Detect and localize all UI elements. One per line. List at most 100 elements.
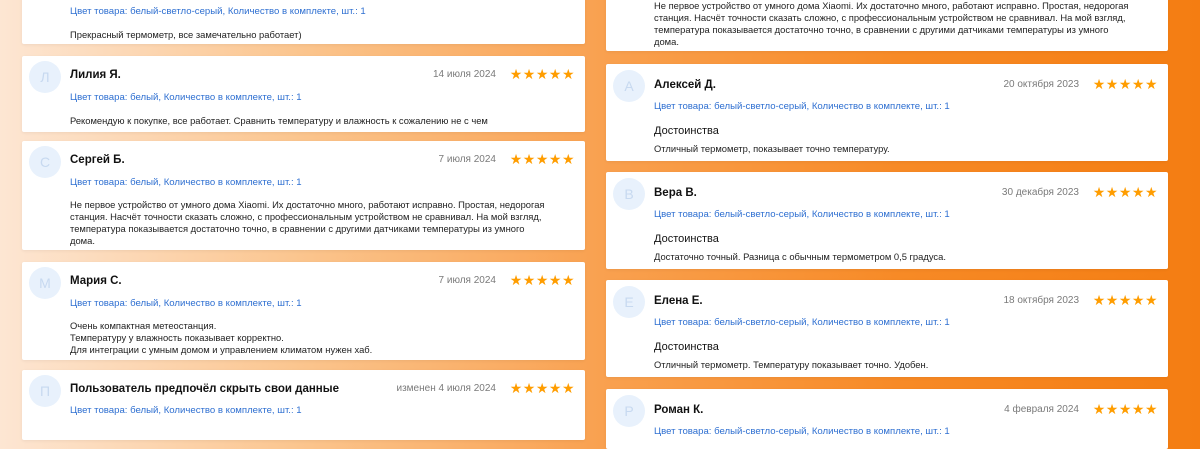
avatar[interactable]: П	[29, 375, 61, 407]
product-variant-link[interactable]: Цвет товара: белый, Количество в комплек…	[70, 298, 302, 309]
star-icon: ★	[535, 272, 549, 288]
star-icon: ★	[561, 272, 575, 288]
star-icon: ★	[1118, 76, 1132, 92]
review-card: Р Роман К. 4 февраля 2024 ★★★★★ Цвет тов…	[606, 389, 1168, 449]
star-icon: ★	[522, 380, 536, 396]
star-icon: ★	[522, 66, 536, 82]
star-icon: ★	[522, 272, 536, 288]
review-text-line: станция. Насчёт точности сказать сложно,…	[654, 12, 1126, 23]
star-icon: ★	[561, 380, 575, 396]
reviewer-name[interactable]: Роман К.	[654, 404, 703, 416]
reviewer-name[interactable]: Лилия Я.	[70, 69, 121, 81]
reviewer-name[interactable]: Вера В.	[654, 187, 697, 199]
product-variant-link[interactable]: Цвет товара: белый-светло-серый, Количес…	[654, 317, 950, 328]
review-date: 7 июля 2024	[438, 275, 496, 286]
review-text-line: Температуру у влажность показывает корре…	[70, 332, 284, 343]
star-icon: ★	[522, 151, 536, 167]
reviewer-name[interactable]: Мария С.	[70, 275, 122, 287]
avatar[interactable]: М	[29, 267, 61, 299]
rating-stars: ★★★★★	[1093, 76, 1158, 93]
star-icon: ★	[509, 272, 523, 288]
star-icon: ★	[1092, 76, 1106, 92]
reviewer-name[interactable]: Сергей Б.	[70, 154, 125, 166]
star-icon: ★	[1144, 292, 1158, 308]
avatar[interactable]: Е	[613, 286, 645, 318]
review-text-line: Очень компактная метеостанция.	[70, 320, 217, 331]
product-variant-link[interactable]: Цвет товара: белый, Количество в комплек…	[70, 92, 302, 103]
review-card: Л Лилия Я. 14 июля 2024 ★★★★★ Цвет товар…	[22, 56, 585, 132]
review-date: изменен 4 июля 2024	[396, 383, 496, 394]
star-icon: ★	[1092, 401, 1106, 417]
star-icon: ★	[1131, 76, 1145, 92]
star-icon: ★	[1105, 401, 1119, 417]
star-icon: ★	[535, 66, 549, 82]
review-card: М Мария С. 7 июля 2024 ★★★★★ Цвет товара…	[22, 262, 585, 360]
avatar[interactable]: А	[613, 70, 645, 102]
star-icon: ★	[1092, 184, 1106, 200]
star-icon: ★	[509, 151, 523, 167]
product-variant-link[interactable]: Цвет товара: белый-светло-серый, Количес…	[70, 6, 366, 17]
avatar[interactable]: С	[29, 146, 61, 178]
review-text: Рекомендую к покупке, все работает. Срав…	[70, 115, 488, 126]
review-text: Достаточно точный. Разница с обычным тер…	[654, 251, 946, 262]
star-icon: ★	[548, 380, 562, 396]
review-date: 7 июля 2024	[438, 154, 496, 165]
review-card: В Вера В. 30 декабря 2023 ★★★★★ Цвет тов…	[606, 172, 1168, 269]
avatar[interactable]: Л	[29, 61, 61, 93]
star-icon: ★	[535, 380, 549, 396]
star-icon: ★	[1118, 184, 1132, 200]
review-card: С Сергей Б. 7 июля 2024 ★★★★★ Цвет товар…	[22, 141, 585, 250]
star-icon: ★	[561, 66, 575, 82]
product-variant-link[interactable]: Цвет товара: белый-светло-серый, Количес…	[654, 101, 950, 112]
review-text-line: Для интеграции с умным домом и управлени…	[70, 344, 373, 355]
review-text-line: температура показывается достаточно точн…	[654, 24, 1109, 35]
star-icon: ★	[1131, 184, 1145, 200]
review-text-line: Не первое устройство от умного дома Xiao…	[70, 199, 545, 210]
star-icon: ★	[1105, 76, 1119, 92]
star-icon: ★	[1131, 292, 1145, 308]
rating-stars: ★★★★★	[510, 151, 575, 168]
review-text: Отличный термометр. Температуру показыва…	[654, 359, 929, 370]
review-text-line: дома.	[70, 235, 95, 246]
star-icon: ★	[1144, 184, 1158, 200]
avatar[interactable]: В	[613, 178, 645, 210]
review-card: А Алексей Д. 20 октября 2023 ★★★★★ Цвет …	[606, 64, 1168, 161]
star-icon: ★	[548, 151, 562, 167]
star-icon: ★	[548, 66, 562, 82]
reviewer-name[interactable]: Алексей Д.	[654, 79, 716, 91]
star-icon: ★	[1092, 292, 1106, 308]
product-variant-link[interactable]: Цвет товара: белый, Количество в комплек…	[70, 405, 302, 416]
reviewer-name[interactable]: Пользователь предпочёл скрыть свои данны…	[70, 383, 339, 395]
rating-stars: ★★★★★	[510, 66, 575, 83]
star-icon: ★	[509, 380, 523, 396]
product-variant-link[interactable]: Цвет товара: белый-светло-серый, Количес…	[654, 426, 950, 437]
review-text: Отличный термометр, показывает точно тем…	[654, 143, 890, 154]
review-date: 18 октября 2023	[1003, 295, 1079, 306]
review-text: Прекрасный термометр, все замечательно р…	[70, 29, 302, 40]
avatar[interactable]: Р	[613, 395, 645, 427]
section-heading-pros: Достоинства	[654, 125, 719, 137]
star-icon: ★	[1131, 401, 1145, 417]
star-icon: ★	[509, 66, 523, 82]
review-text-line: Не первое устройство от умного дома Xiao…	[654, 0, 1129, 11]
review-date: 4 февраля 2024	[1004, 404, 1079, 415]
review-card: Цвет товара: белый-светло-серый, Количес…	[22, 0, 585, 44]
review-date: 14 июля 2024	[432, 69, 496, 80]
rating-stars: ★★★★★	[1093, 401, 1158, 418]
star-icon: ★	[1144, 401, 1158, 417]
review-text: Очень компактная метеостанция. Температу…	[70, 320, 571, 356]
review-text: Не первое устройство от умного дома Xiao…	[70, 199, 571, 247]
product-variant-link[interactable]: Цвет товара: белый, Количество в комплек…	[70, 177, 302, 188]
review-date: 20 октября 2023	[1003, 79, 1079, 90]
review-date: 30 декабря 2023	[1001, 187, 1079, 198]
star-icon: ★	[1118, 292, 1132, 308]
review-card: Не первое устройство от умного дома Xiao…	[606, 0, 1168, 51]
star-icon: ★	[1118, 401, 1132, 417]
star-icon: ★	[548, 272, 562, 288]
reviewer-name[interactable]: Елена Е.	[654, 295, 703, 307]
review-text-line: станция. Насчёт точности сказать сложно,…	[70, 211, 542, 222]
product-variant-link[interactable]: Цвет товара: белый-светло-серый, Количес…	[654, 209, 950, 220]
review-text-line: температура показывается достаточно точн…	[70, 223, 525, 234]
rating-stars: ★★★★★	[1093, 292, 1158, 309]
star-icon: ★	[561, 151, 575, 167]
